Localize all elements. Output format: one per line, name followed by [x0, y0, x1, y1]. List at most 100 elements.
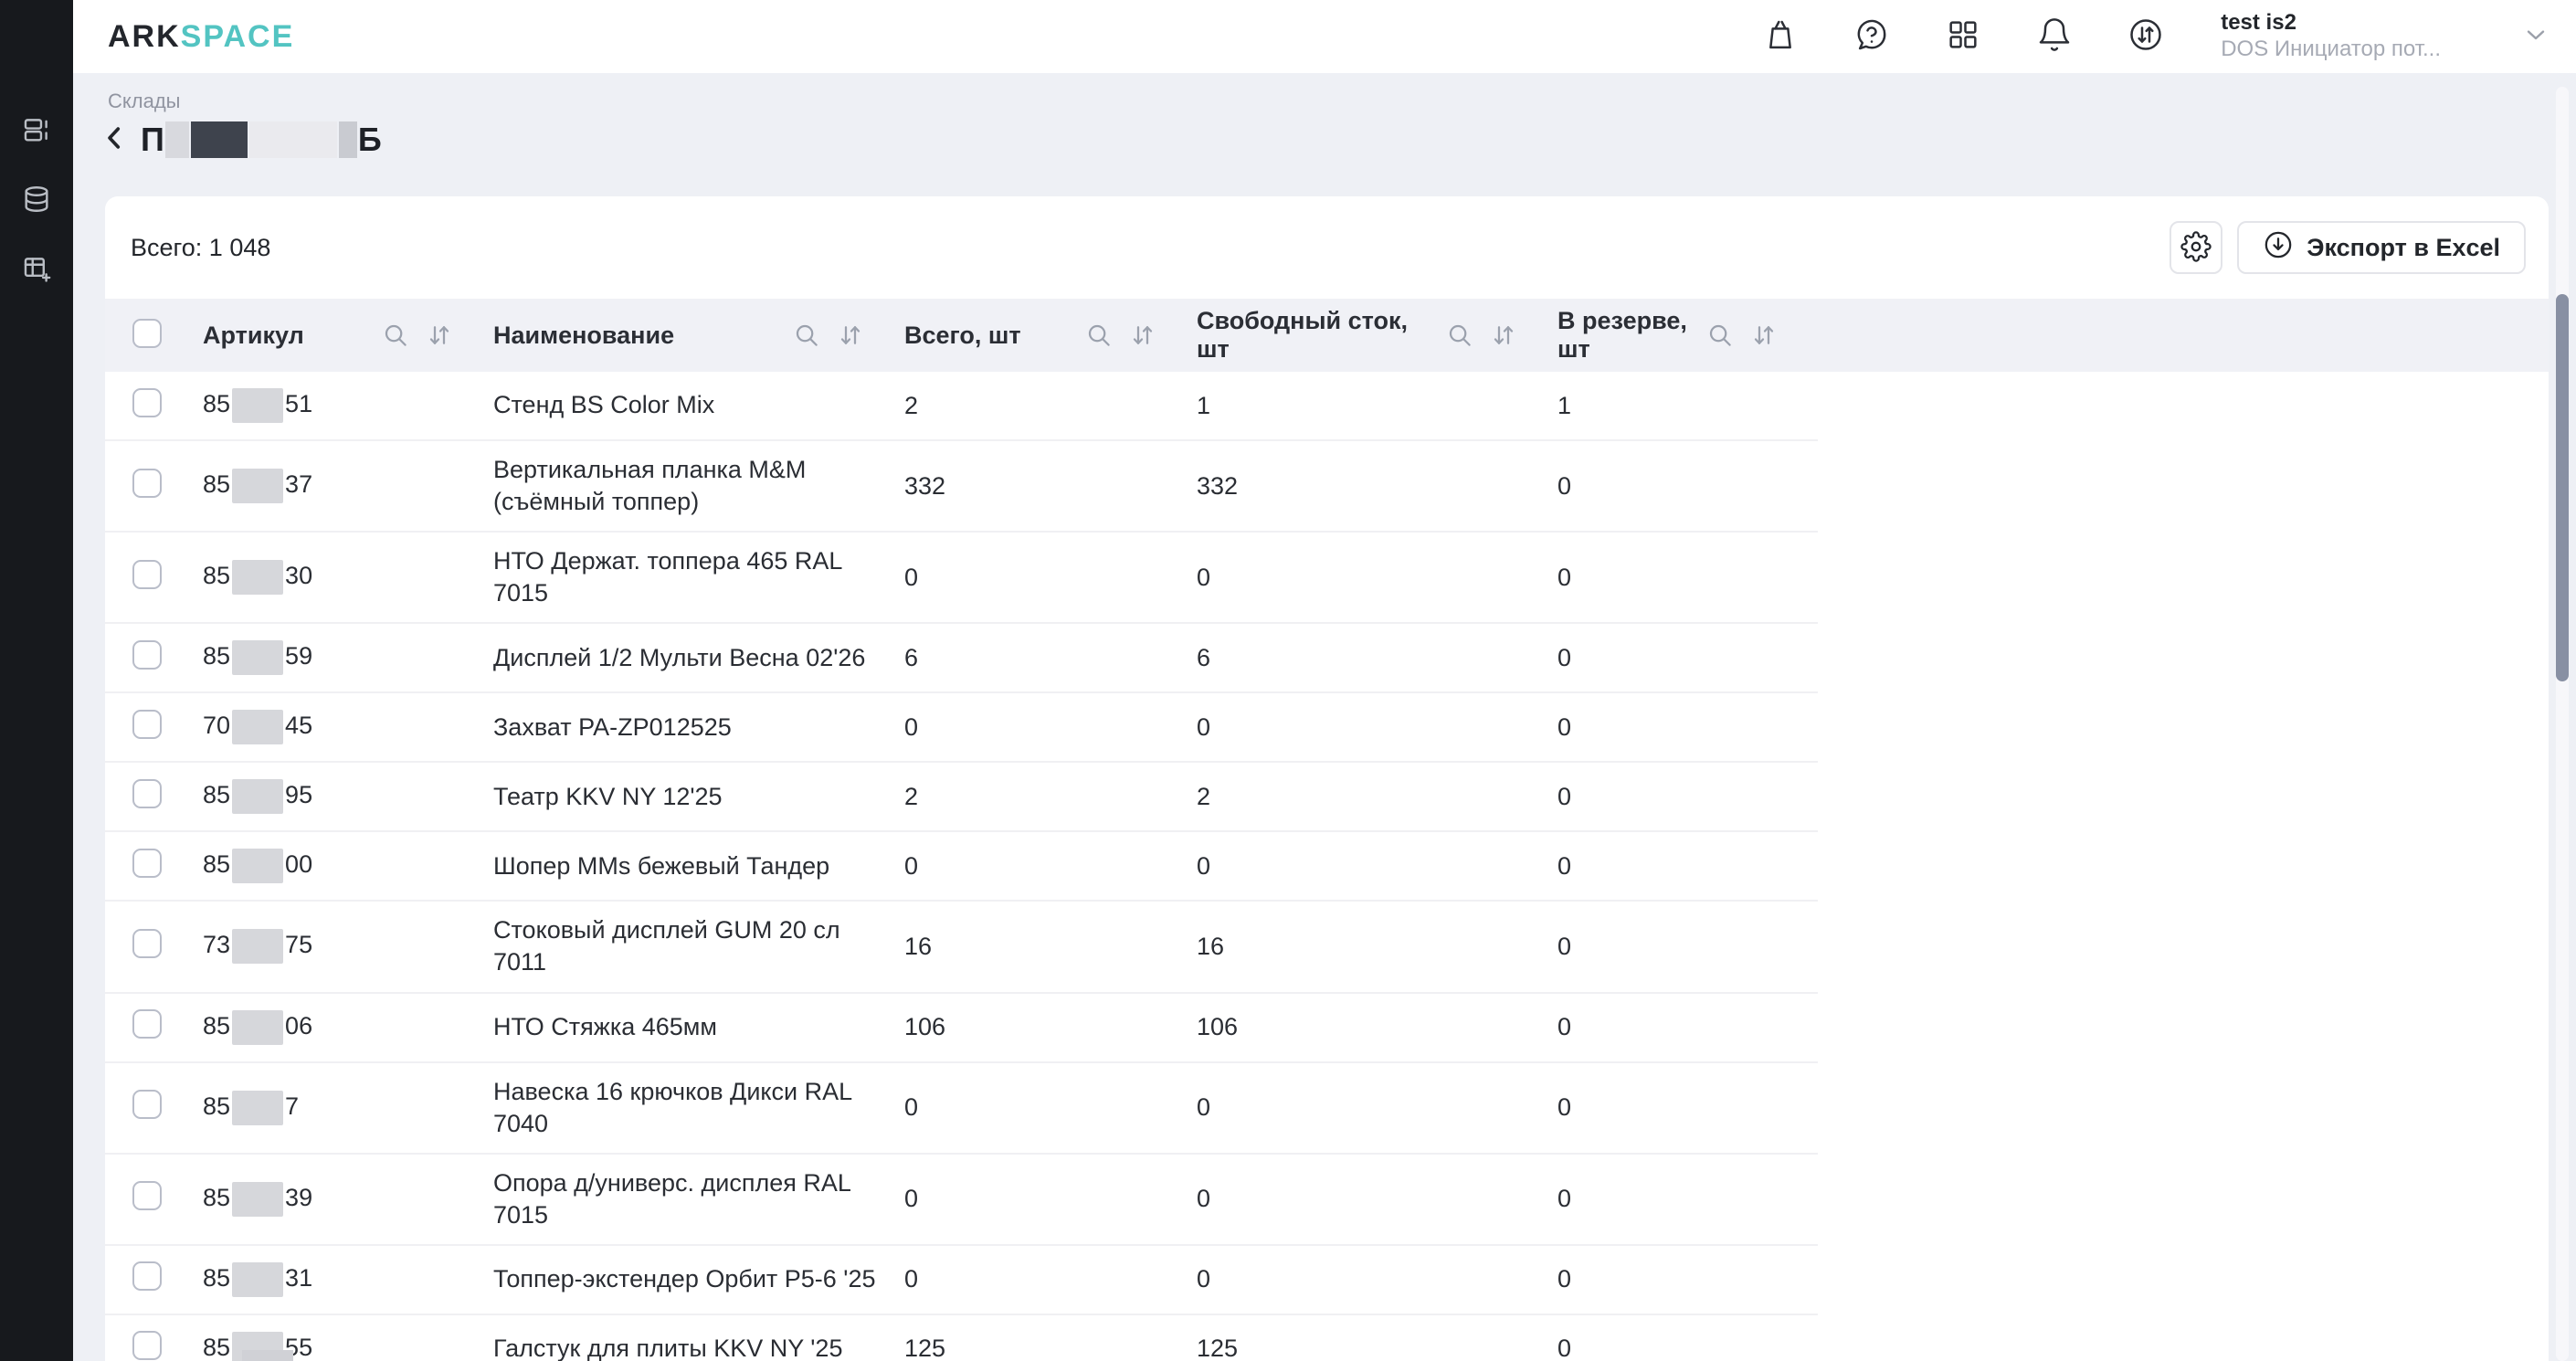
sort-icon[interactable] [1129, 322, 1156, 349]
redacted-text [191, 121, 248, 158]
row-checkbox[interactable] [132, 929, 162, 958]
vertical-scrollbar-thumb[interactable] [2556, 294, 2569, 681]
total-cell: 125 [904, 1335, 1197, 1361]
free-stock-cell: 1 [1197, 392, 1557, 420]
redacted-text [232, 388, 283, 423]
sort-icon[interactable] [426, 322, 453, 349]
gear-icon [2180, 231, 2212, 265]
total-cell: 16 [904, 933, 1197, 961]
row-checkbox[interactable] [132, 388, 162, 417]
sort-icon[interactable] [1490, 322, 1517, 349]
user-name: test is2 [2221, 10, 2441, 37]
row-checkbox[interactable] [132, 1009, 162, 1039]
table-row[interactable]: 7045 Захват PA-ZP012525 0 0 0 [105, 693, 1818, 763]
sku-cell: 8537 [203, 469, 493, 503]
redacted-text [249, 121, 337, 158]
sku-cell: 7375 [203, 929, 493, 964]
table-row[interactable]: 8530 НТО Держат. топпера 465 RAL 7015 0 … [105, 533, 1818, 624]
reserved-cell: 0 [1557, 1265, 1818, 1293]
sort-icon[interactable] [1750, 322, 1778, 349]
free-stock-cell: 2 [1197, 783, 1557, 811]
table-row[interactable]: 8506 НТО Стяжка 465мм 106 106 0 [105, 994, 1818, 1063]
sort-icon[interactable] [837, 322, 864, 349]
logo-space: SPACE [181, 19, 295, 54]
basket-button[interactable] [1762, 18, 1799, 55]
user-menu[interactable]: test is2 DOS Инициатор пот... [2221, 10, 2550, 63]
table-settings-button[interactable] [2170, 221, 2222, 274]
search-icon[interactable] [1706, 322, 1734, 349]
sku-cell: 857 [203, 1091, 493, 1125]
user-role: DOS Инициатор пот... [2221, 37, 2441, 63]
table-row[interactable]: 857 Навеска 16 крючков Дикси RAL 7040 0 … [105, 1063, 1818, 1155]
redacted-text [232, 929, 283, 964]
table-row[interactable]: 8531 Топпер-экстендер Орбит P5-6 '25 0 0… [105, 1246, 1818, 1315]
reserved-cell: 0 [1557, 783, 1818, 811]
breadcrumb[interactable]: Склады [108, 90, 180, 113]
total-cell: 2 [904, 392, 1197, 420]
search-icon[interactable] [1085, 322, 1113, 349]
sidebar-item-boards[interactable] [20, 115, 53, 148]
logo-ark: ARK [108, 19, 181, 54]
row-checkbox[interactable] [132, 1181, 162, 1210]
total-cell: 0 [904, 1185, 1197, 1213]
row-checkbox[interactable] [132, 1090, 162, 1119]
reserved-cell: 0 [1557, 1013, 1818, 1041]
sku-cell: 8506 [203, 1010, 493, 1045]
free-stock-cell: 125 [1197, 1335, 1557, 1361]
row-checkbox[interactable] [132, 640, 162, 670]
column-header-name: Наименование [493, 322, 674, 350]
table-row[interactable]: 8500 Шопер MMs бежевый Тандер 0 0 0 [105, 832, 1818, 902]
row-checkbox[interactable] [132, 779, 162, 808]
name-cell: Вертикальная планка M&M (съёмный топпер) [493, 441, 904, 531]
reserved-cell: 0 [1557, 1335, 1818, 1361]
transfers-button[interactable] [2127, 18, 2164, 55]
sidebar-item-table-add[interactable] [20, 254, 53, 287]
row-checkbox[interactable] [132, 1331, 162, 1360]
redacted-text [339, 121, 357, 158]
table-row[interactable]: 7375 Стоковый дисплей GUM 20 сл 7011 16 … [105, 902, 1818, 993]
search-icon[interactable] [1446, 322, 1473, 349]
table-row[interactable]: 8595 Театр KKV NY 12'25 2 2 0 [105, 763, 1818, 832]
apps-grid-button[interactable] [1945, 18, 1981, 55]
export-excel-button[interactable]: Экспорт в Excel [2237, 221, 2526, 274]
column-header-total: Всего, шт [904, 322, 1021, 350]
notifications-button[interactable] [2036, 18, 2073, 55]
total-cell: 0 [904, 1265, 1197, 1293]
row-checkbox[interactable] [132, 469, 162, 498]
name-cell: Шопер MMs бежевый Тандер [493, 838, 904, 895]
page-title-prefix: П [141, 121, 164, 159]
name-cell: Галстук для плиты KKV NY '25 [493, 1320, 904, 1361]
row-checkbox[interactable] [132, 1261, 162, 1291]
sidebar-item-database[interactable] [20, 185, 53, 217]
total-cell: 6 [904, 644, 1197, 672]
table-row[interactable]: 8559 Дисплей 1/2 Мульти Весна 02'26 6 6 … [105, 624, 1818, 693]
table-row[interactable]: 8537 Вертикальная планка M&M (съёмный то… [105, 441, 1818, 533]
select-all-checkbox[interactable] [132, 319, 162, 348]
name-cell: Стенд BS Color Mix [493, 376, 904, 434]
column-header-reserved: В резерве, шт [1557, 307, 1706, 364]
name-cell: Навеска 16 крючков Дикси RAL 7040 [493, 1063, 904, 1153]
table-row[interactable]: 8539 Опора д/универс. дисплея RAL 7015 0… [105, 1155, 1818, 1246]
row-checkbox[interactable] [132, 849, 162, 878]
apps-grid-icon [1945, 16, 1981, 58]
free-stock-cell: 0 [1197, 1093, 1557, 1122]
help-icon [1853, 16, 1890, 58]
main-content: Склады П Б Всего: 1 048 [73, 73, 2576, 1361]
search-icon[interactable] [793, 322, 820, 349]
total-cell: 0 [904, 1093, 1197, 1122]
export-excel-label: Экспорт в Excel [2307, 234, 2500, 262]
vertical-scrollbar-track[interactable] [2556, 87, 2569, 1361]
help-button[interactable] [1853, 18, 1890, 55]
table-row[interactable]: 8551 Стенд BS Color Mix 2 1 1 [105, 372, 1818, 441]
row-checkbox[interactable] [132, 560, 162, 589]
table-row[interactable]: 8555 Галстук для плиты KKV NY '25 125 12… [105, 1315, 1818, 1361]
row-checkbox[interactable] [132, 710, 162, 739]
sku-cell: 7045 [203, 710, 493, 744]
total-cell: 0 [904, 852, 1197, 881]
redacted-text [232, 1182, 283, 1217]
transfer-arrows-icon [2127, 16, 2164, 58]
name-cell: Театр KKV NY 12'25 [493, 768, 904, 826]
search-icon[interactable] [382, 322, 409, 349]
free-stock-cell: 0 [1197, 1265, 1557, 1293]
back-button[interactable] [95, 121, 133, 159]
